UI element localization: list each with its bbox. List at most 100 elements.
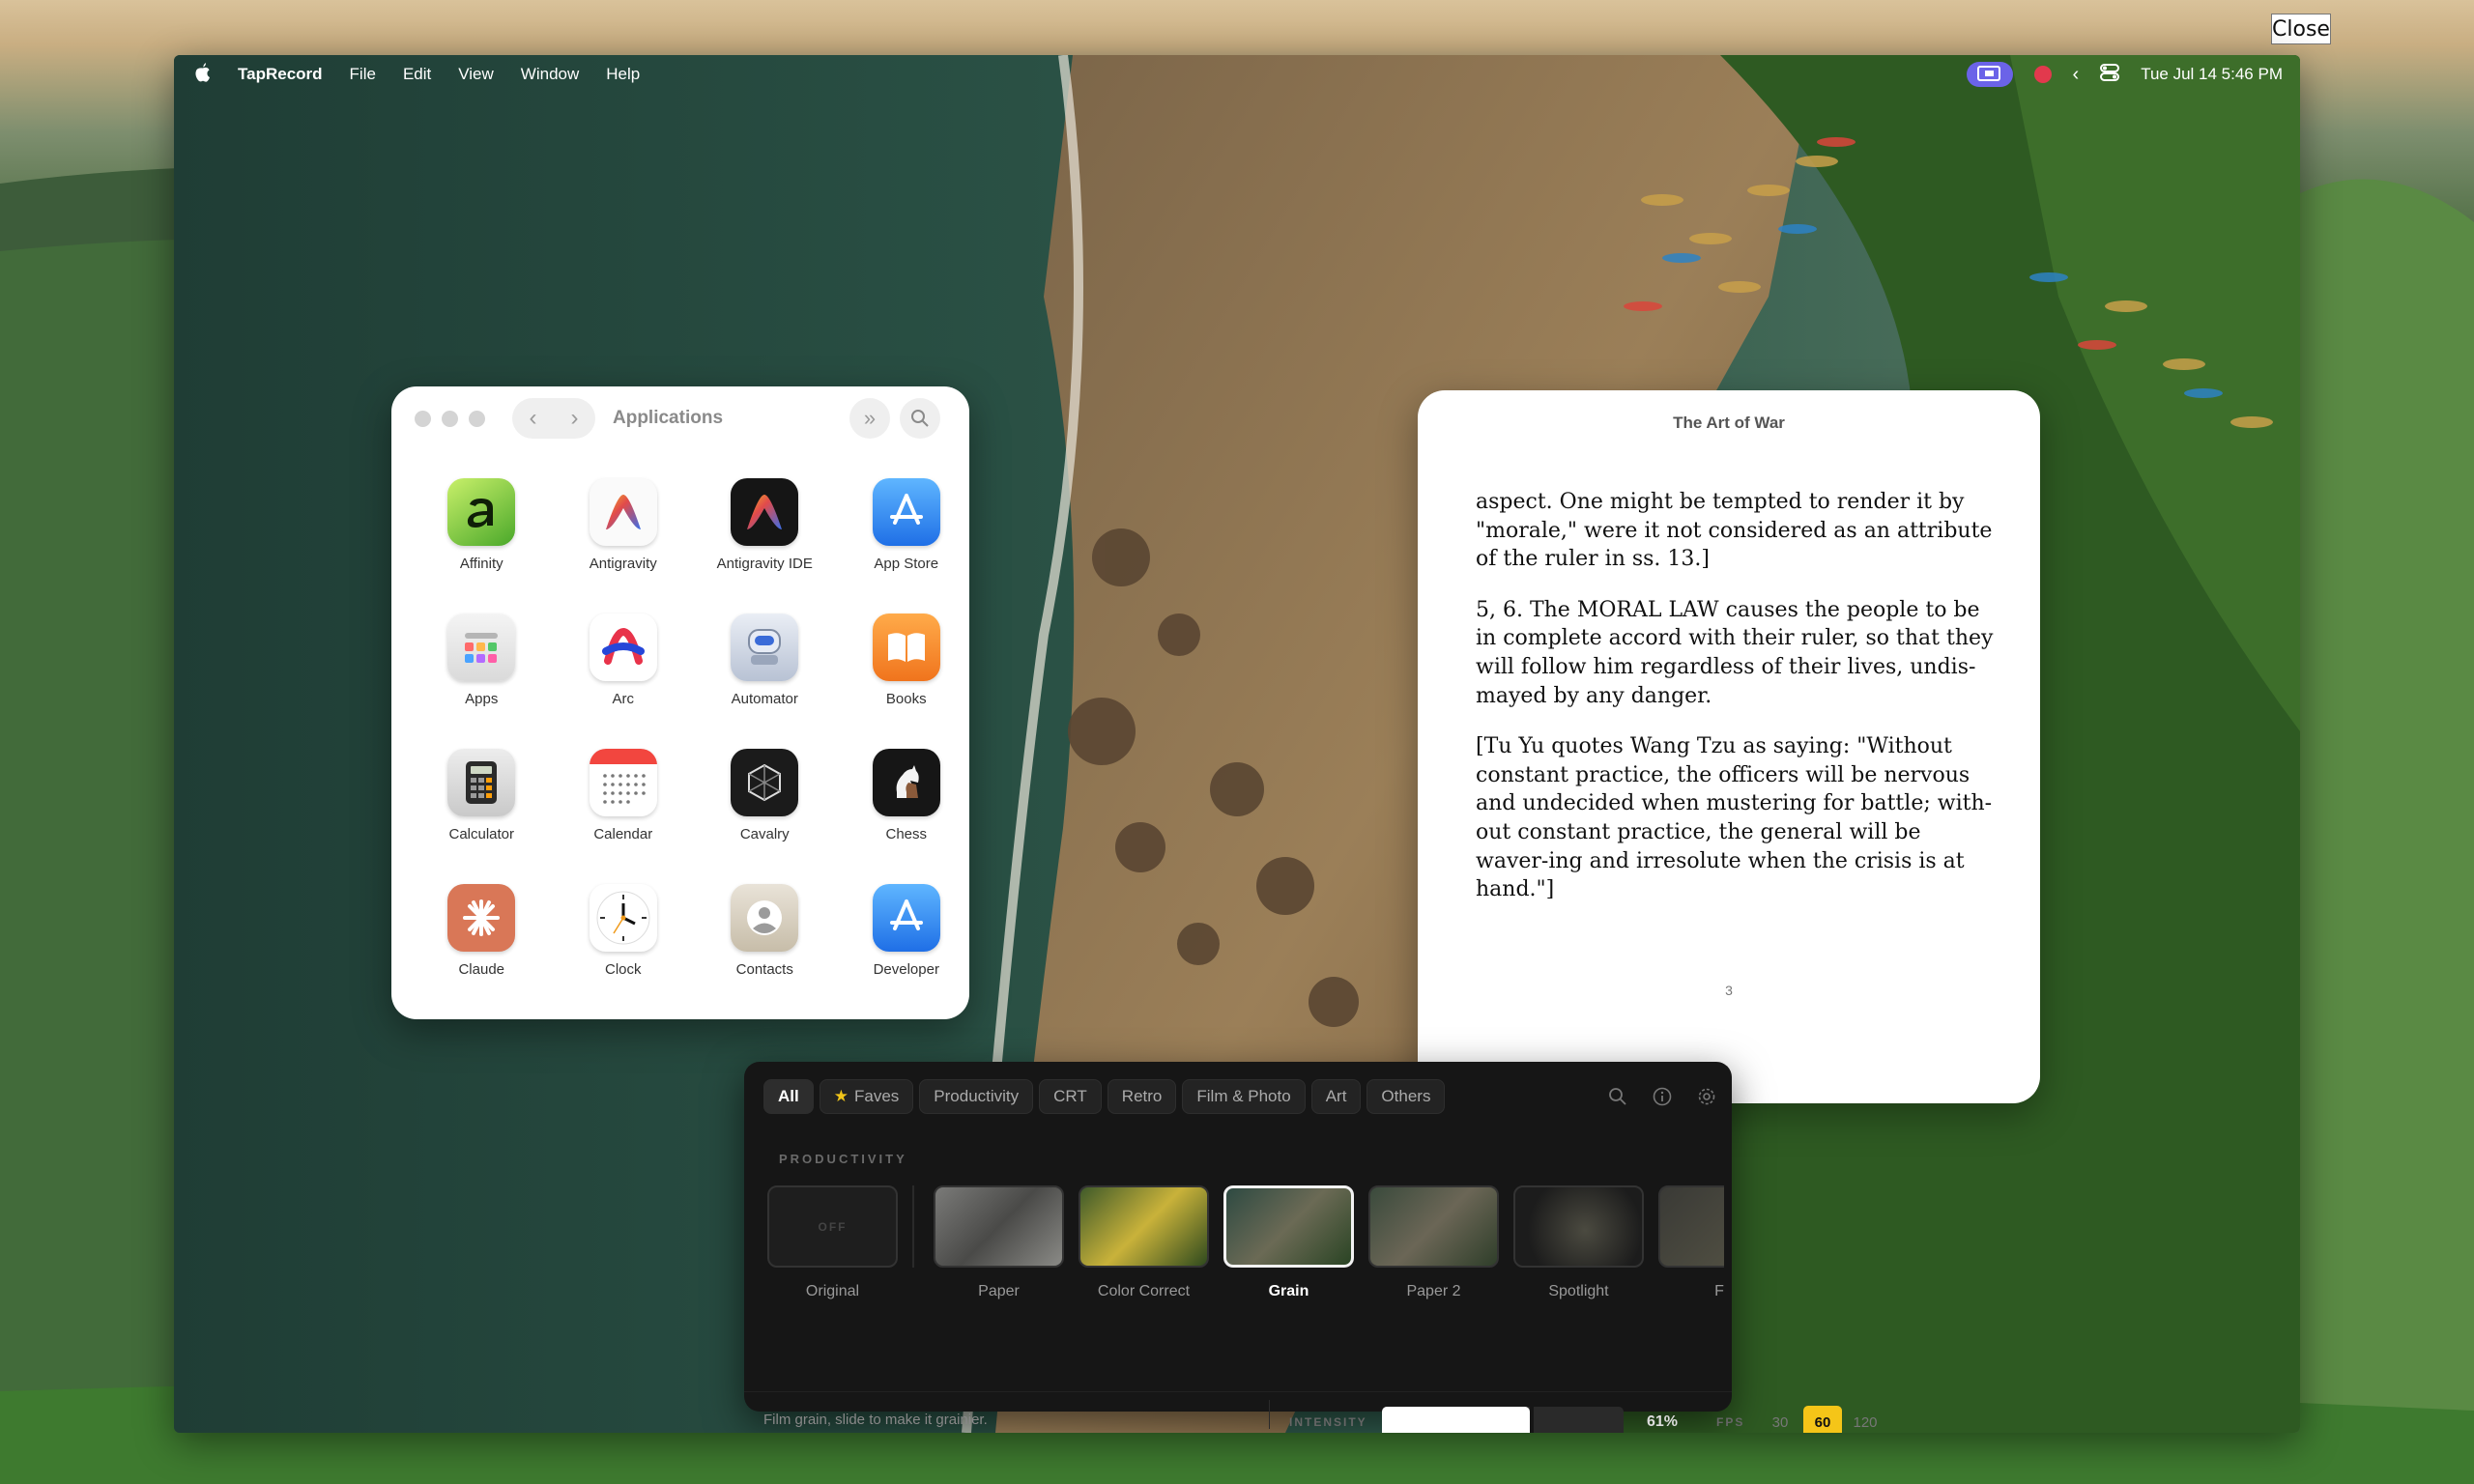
app-contacts[interactable]: Contacts — [694, 884, 836, 978]
intensity-slider[interactable] — [1382, 1405, 1624, 1433]
close-button[interactable]: Close — [2271, 14, 2331, 44]
antigravity-icon — [589, 478, 657, 546]
app-label: Antigravity IDE — [716, 556, 813, 572]
fps-30-button[interactable]: 30 — [1761, 1406, 1799, 1433]
menu-window[interactable]: Window — [521, 65, 579, 84]
intensity-slider-handle[interactable] — [1529, 1405, 1534, 1433]
app-books[interactable]: Books — [836, 614, 970, 707]
search-icon[interactable] — [900, 398, 940, 439]
record-indicator-icon[interactable] — [2033, 66, 2052, 83]
preset-thumbnail — [1513, 1185, 1644, 1268]
app-apps[interactable]: Apps — [411, 614, 553, 707]
menu-file[interactable]: File — [350, 65, 376, 84]
control-center-icon[interactable] — [2100, 63, 2120, 86]
app-cavalry[interactable]: Cavalry — [694, 749, 836, 842]
app-label: Claude — [458, 961, 505, 978]
chevron-left-icon[interactable]: ‹ — [2073, 64, 2080, 86]
tab-faves[interactable]: ★ Faves — [819, 1079, 914, 1114]
app-claude[interactable]: Claude — [411, 884, 553, 978]
preset-divider — [912, 1185, 914, 1268]
app-automator[interactable]: Automator — [694, 614, 836, 707]
tab-all[interactable]: All — [763, 1079, 814, 1114]
preset-paper[interactable]: Paper — [934, 1185, 1064, 1311]
preset-paper-2[interactable]: Paper 2 — [1368, 1185, 1499, 1311]
effects-panel: All ★ Faves Productivity CRT Retro Film &… — [744, 1062, 1878, 1433]
preset-thumbnail — [1079, 1185, 1209, 1268]
app-label: Books — [885, 691, 927, 707]
search-icon[interactable] — [1608, 1087, 1627, 1111]
menu-view[interactable]: View — [458, 65, 494, 84]
tab-label: CRT — [1053, 1087, 1087, 1105]
app-clock[interactable]: Clock — [553, 884, 695, 978]
tab-film-photo[interactable]: Film & Photo — [1182, 1079, 1306, 1114]
intensity-value: 61% — [1647, 1413, 1679, 1430]
tab-label: All — [778, 1087, 799, 1105]
preset-thumbnail — [1658, 1185, 1724, 1268]
menu-clock[interactable]: Tue Jul 14 5:46 PM — [2141, 65, 2283, 84]
close-window-button[interactable] — [415, 410, 431, 427]
page-number: 3 — [1725, 983, 1733, 998]
tab-others[interactable]: Others — [1366, 1079, 1446, 1114]
book-paragraph: aspect. One might be tempted to render i… — [1476, 490, 1993, 572]
tab-label: Others — [1381, 1087, 1431, 1105]
preset-hint: Film grain, slide to make it grainier. — [763, 1412, 988, 1428]
preset-thumbnail — [934, 1185, 1064, 1268]
finder-titlebar: ‹ › Applications » — [391, 386, 969, 450]
info-icon[interactable] — [1653, 1087, 1672, 1111]
book-window: The Art of War aspect. One might be temp… — [1418, 390, 2040, 1103]
panel-vertical-divider — [1269, 1400, 1270, 1429]
app-store-icon — [872, 478, 940, 546]
forward-chevron-icon[interactable]: › — [571, 405, 579, 432]
finder-window: ‹ › Applications » Affinity Antigravity — [391, 386, 969, 1019]
zoom-window-button[interactable] — [469, 410, 485, 427]
preset-original[interactable]: OFF Original — [767, 1185, 898, 1311]
app-chess[interactable]: Chess — [836, 749, 970, 842]
arc-icon — [589, 614, 657, 681]
tab-art[interactable]: Art — [1310, 1079, 1362, 1114]
preset-fo[interactable]: Fo — [1658, 1185, 1724, 1311]
antigravity-ide-icon — [731, 478, 799, 546]
app-menu[interactable]: TapRecord — [238, 65, 323, 84]
preset-spotlight[interactable]: Spotlight — [1513, 1185, 1644, 1311]
section-title: PRODUCTIVITY — [779, 1152, 907, 1166]
back-chevron-icon[interactable]: ‹ — [530, 405, 537, 432]
app-label: Calendar — [593, 826, 653, 842]
tab-productivity[interactable]: Productivity — [919, 1079, 1034, 1114]
app-antigravity-ide[interactable]: Antigravity IDE — [694, 478, 836, 572]
menu-bar: TapRecord File Edit View Window Help ‹ T… — [174, 55, 2300, 94]
preset-label: Spotlight — [1548, 1283, 1609, 1299]
apple-icon[interactable] — [195, 62, 211, 87]
app-label: Apps — [465, 691, 499, 707]
app-label: App Store — [874, 556, 939, 572]
recorded-screen: TapRecord File Edit View Window Help ‹ T… — [174, 55, 2300, 1433]
tab-retro[interactable]: Retro — [1107, 1079, 1177, 1114]
menu-edit[interactable]: Edit — [403, 65, 431, 84]
screen-record-status-icon[interactable] — [1966, 62, 2013, 87]
app-calendar[interactable]: Calendar — [553, 749, 695, 842]
app-label: Developer — [873, 961, 939, 978]
app-label: Antigravity — [589, 556, 657, 572]
app-antigravity[interactable]: Antigravity — [553, 478, 695, 572]
applications-grid: Affinity Antigravity Antigravity IDE App… — [411, 478, 962, 978]
preset-grain[interactable]: Grain — [1223, 1185, 1354, 1311]
intensity-label: INTENSITY — [1289, 1415, 1367, 1429]
fps-label: FPS — [1716, 1415, 1745, 1429]
tab-crt[interactable]: CRT — [1039, 1079, 1102, 1114]
app-label: Contacts — [735, 961, 793, 978]
fps-120-button[interactable]: 120 — [1846, 1406, 1884, 1433]
clock-icon — [589, 884, 657, 952]
app-developer[interactable]: Developer — [836, 884, 970, 978]
app-affinity[interactable]: Affinity — [411, 478, 553, 572]
menu-help[interactable]: Help — [606, 65, 640, 84]
fps-60-button[interactable]: 60 — [1803, 1406, 1842, 1433]
app-arc[interactable]: Arc — [553, 614, 695, 707]
gear-icon[interactable] — [1697, 1087, 1716, 1111]
minimize-window-button[interactable] — [442, 410, 458, 427]
preset-label: Paper — [978, 1283, 1020, 1299]
preset-color-correct[interactable]: Color Correct — [1079, 1185, 1209, 1311]
preset-label: Color Correct — [1097, 1283, 1191, 1299]
intensity-slider-fill — [1382, 1407, 1530, 1433]
app-calculator[interactable]: Calculator — [411, 749, 553, 842]
toolbar-overflow-icon[interactable]: » — [849, 398, 890, 439]
app-app-store[interactable]: App Store — [836, 478, 970, 572]
